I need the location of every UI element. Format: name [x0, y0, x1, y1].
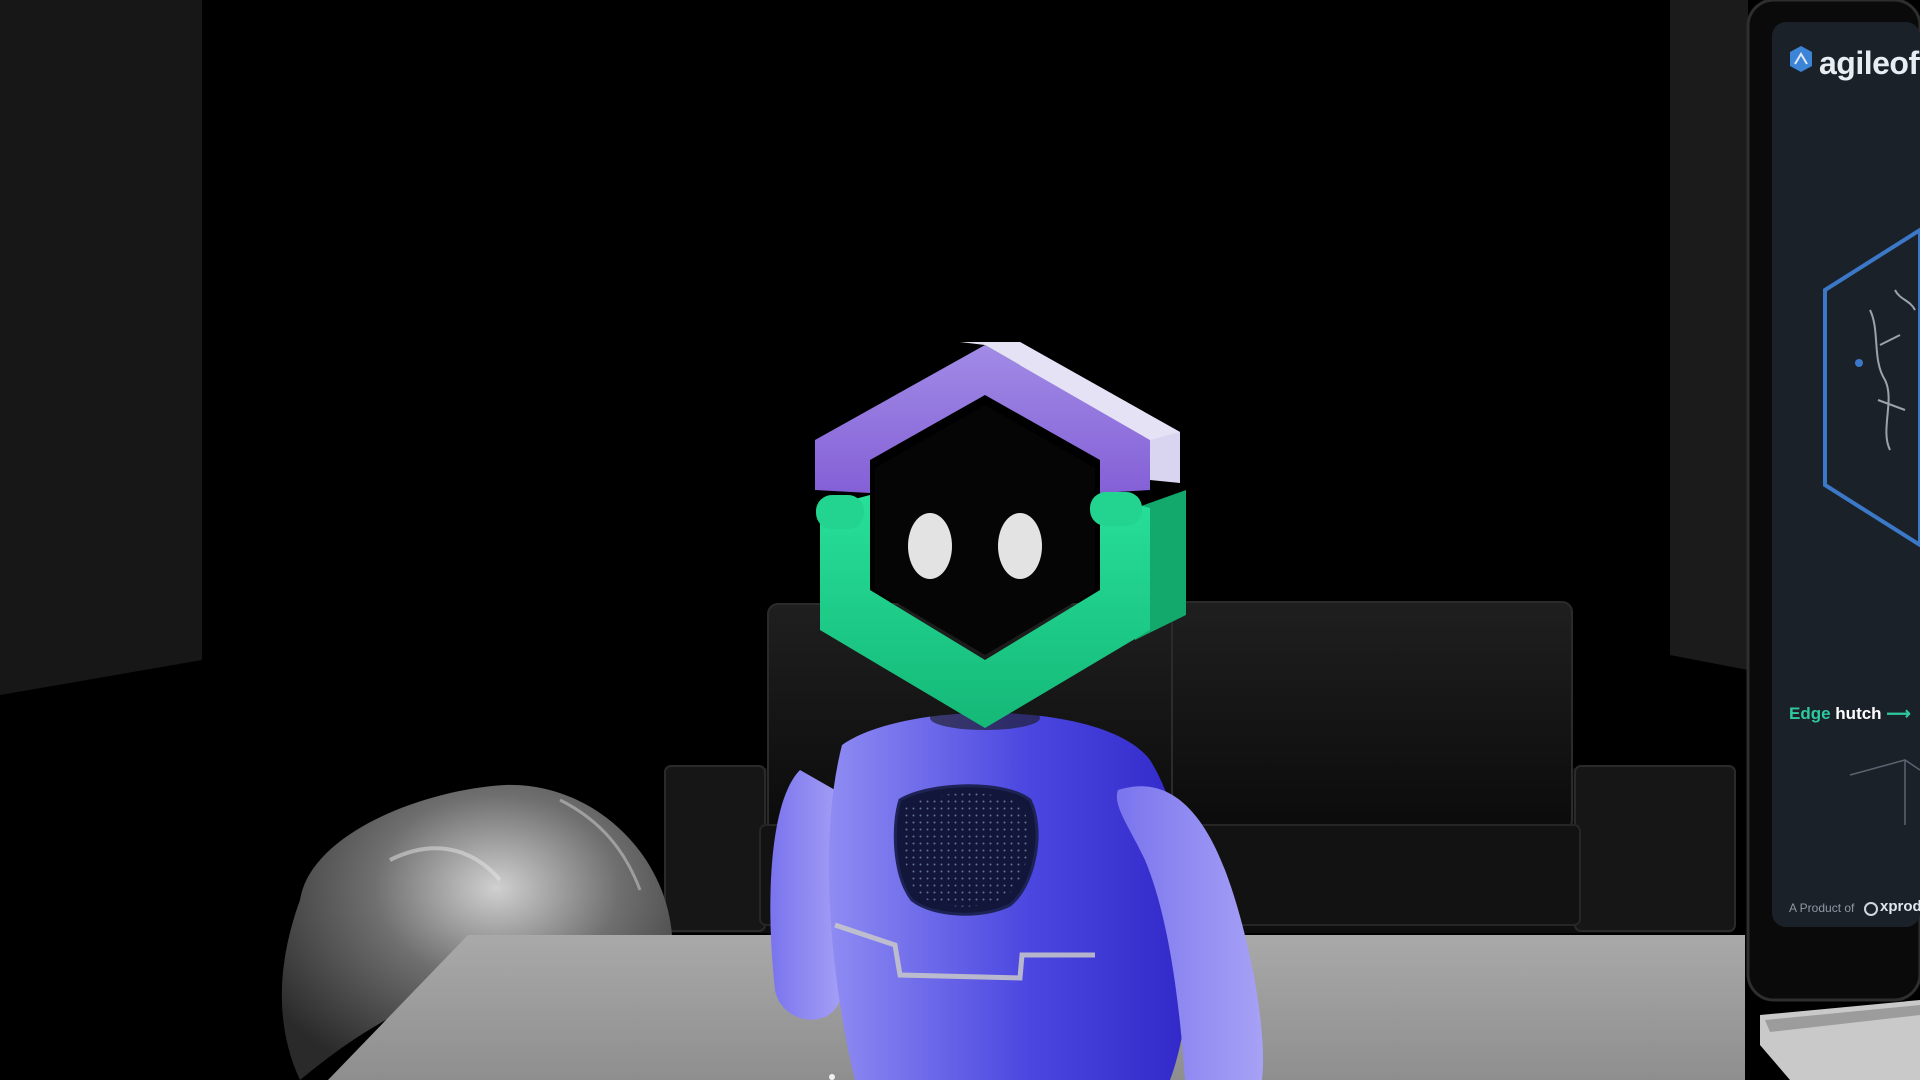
arrow-right-icon: ⟶	[1886, 704, 1911, 723]
poster-screen	[1772, 22, 1920, 927]
scene-graphics	[0, 0, 1920, 1080]
robot-right-eye	[998, 513, 1042, 579]
right-wall-panel	[1670, 0, 1748, 670]
poster-footer-prefix: A Product of	[1789, 901, 1855, 915]
poster-caption-main: hutch	[1835, 704, 1882, 723]
poster-footer-brand: xprod	[1880, 898, 1920, 915]
poster-stand	[1746, 0, 1920, 1080]
left-wall-panel	[0, 0, 202, 695]
scene: agileoff Edge hutch ⟶ A Product of xprod	[0, 0, 1920, 1080]
poster-brand-name: agileoff	[1819, 45, 1920, 81]
pointer-dot	[829, 1074, 835, 1080]
poster-caption: Edge hutch ⟶	[1789, 704, 1911, 724]
robot-left-eye	[908, 513, 952, 579]
poster-caption-accent: Edge	[1789, 704, 1831, 723]
